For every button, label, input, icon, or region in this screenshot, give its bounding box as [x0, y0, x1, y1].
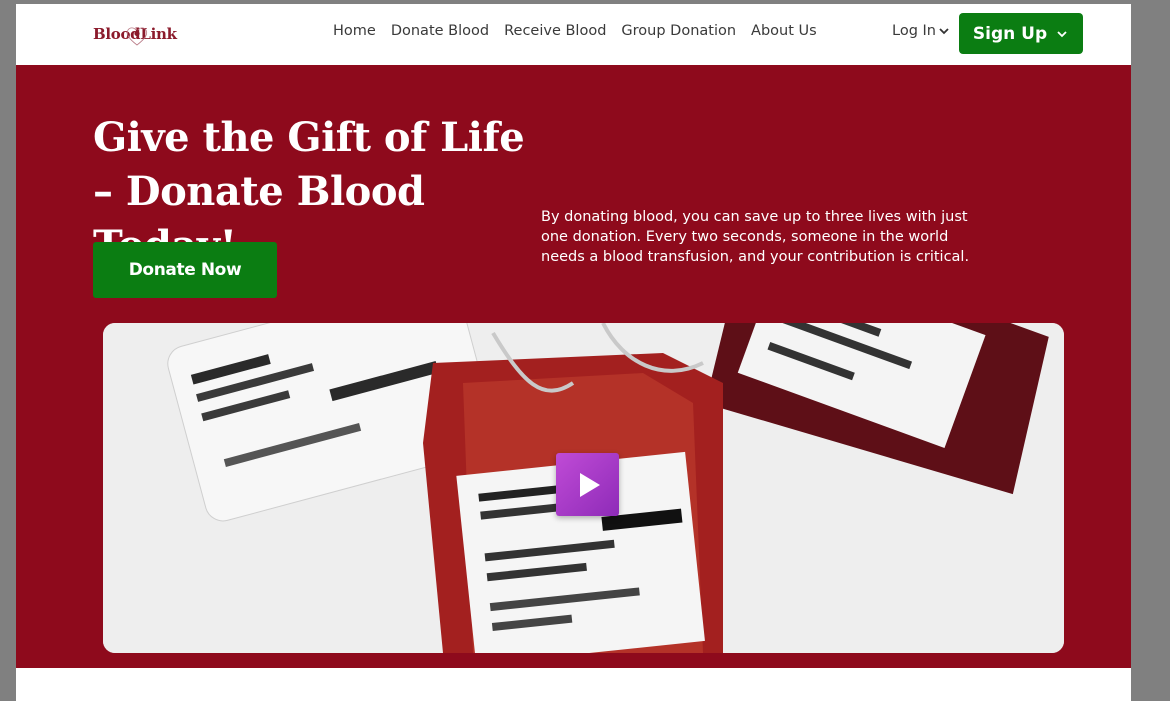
hero-section: Give the Gift of Life – Donate Blood Tod… — [16, 65, 1131, 668]
nav-link-receive-blood[interactable]: Receive Blood — [504, 23, 606, 39]
play-button[interactable] — [556, 453, 619, 516]
browser-viewport: BloodLink Home Donate Blood Receive Bloo… — [16, 4, 1131, 701]
login-dropdown[interactable]: Log In — [892, 23, 951, 39]
top-navbar: BloodLink Home Donate Blood Receive Bloo… — [16, 4, 1131, 65]
nav-link-group-donation[interactable]: Group Donation — [621, 23, 736, 39]
donate-now-button[interactable]: Donate Now — [93, 242, 277, 298]
hero-description: By donating blood, you can save up to th… — [541, 209, 970, 265]
hero-video[interactable] — [103, 323, 1064, 653]
signup-label: Sign Up — [972, 23, 1048, 44]
nav-links: Home Donate Blood Receive Blood Group Do… — [333, 23, 832, 39]
nav-link-about-us[interactable]: About Us — [751, 23, 817, 39]
nav-link-donate-blood[interactable]: Donate Blood — [391, 23, 489, 39]
play-icon — [579, 472, 600, 497]
signup-button[interactable]: Sign Up — [959, 13, 1083, 54]
chevron-down-icon — [1057, 30, 1067, 37]
nav-link-home[interactable]: Home — [333, 23, 376, 39]
next-section — [16, 668, 1131, 701]
chevron-down-icon — [939, 28, 949, 35]
heart-logo-icon — [126, 27, 148, 46]
login-label: Log In — [892, 23, 936, 39]
